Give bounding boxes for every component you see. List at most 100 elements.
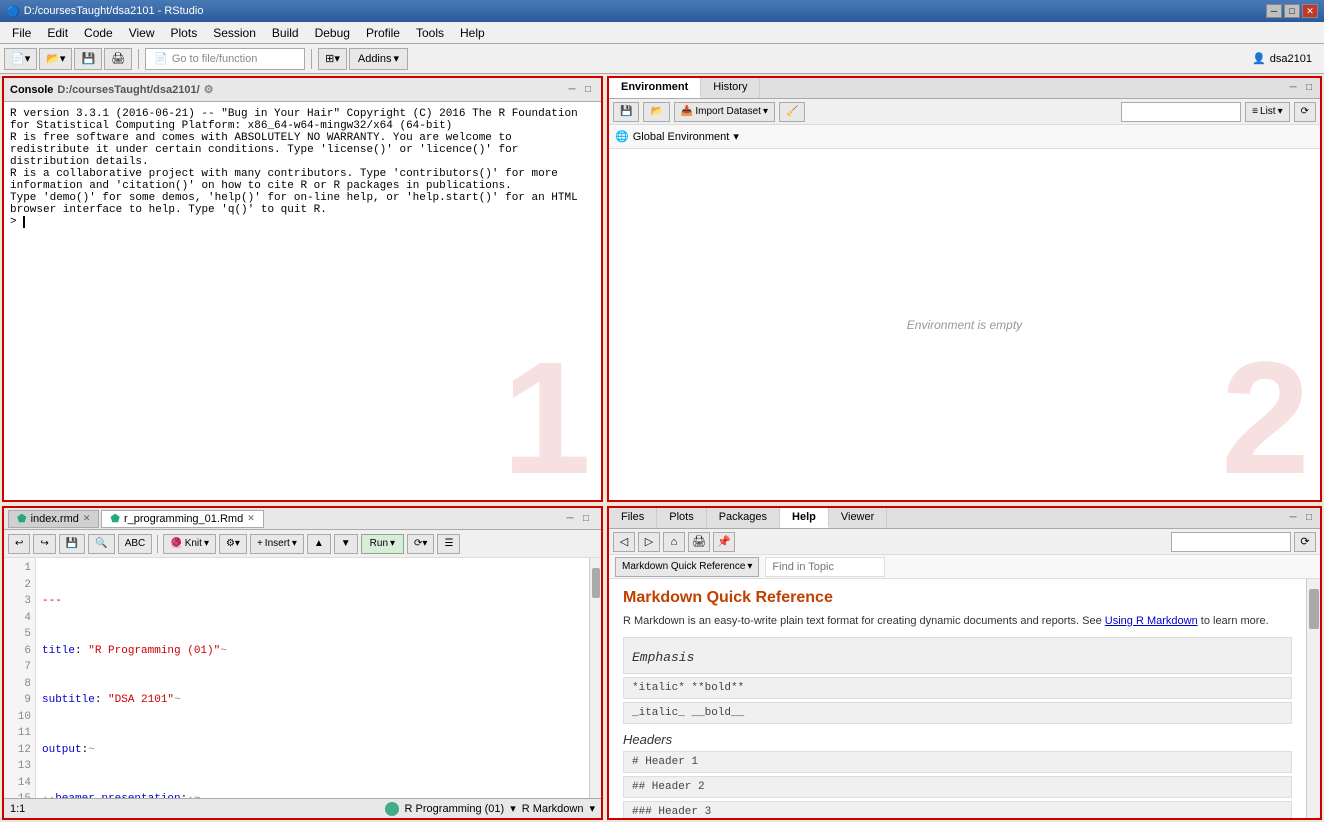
- help-scrollbar[interactable]: [1306, 579, 1320, 818]
- help-search-input[interactable]: [1171, 532, 1291, 552]
- menu-session[interactable]: Session: [205, 24, 264, 42]
- editor-find-btn[interactable]: 🔍: [88, 534, 114, 554]
- tab-packages[interactable]: Packages: [707, 508, 780, 528]
- help-home-button[interactable]: ⌂: [663, 532, 685, 552]
- help-link-using-rmarkdown[interactable]: Using R Markdown: [1105, 615, 1198, 627]
- help-print-button[interactable]: 🖨: [688, 532, 710, 552]
- help-forward-button[interactable]: ▷: [638, 532, 660, 552]
- help-bookmark-button[interactable]: 📌: [713, 532, 735, 552]
- menu-plots[interactable]: Plots: [163, 24, 206, 42]
- goto-file-label: Go to file/function: [172, 53, 258, 65]
- editor-tab-rprog[interactable]: ⬟ r_programming_01.Rmd ✕: [101, 510, 263, 528]
- console-cursor[interactable]: [23, 216, 32, 228]
- addins-button[interactable]: Addins ▾: [349, 48, 408, 70]
- menu-help[interactable]: Help: [452, 24, 493, 42]
- print-button[interactable]: 🖨: [104, 48, 132, 70]
- env-open-button[interactable]: 📂: [643, 102, 669, 122]
- console-line-9: R is a collaborative project with many c…: [10, 168, 353, 180]
- editor-menu-button[interactable]: ☰: [437, 534, 460, 554]
- source-button[interactable]: ⟳▾: [407, 534, 434, 554]
- editor-scrollbar-thumb[interactable]: [592, 568, 600, 598]
- env-clear-button[interactable]: 🧹: [779, 102, 805, 122]
- editor-tab-index-close[interactable]: ✕: [83, 513, 91, 524]
- knit-button[interactable]: 🧶 Knit ▾: [163, 534, 216, 554]
- open-file-button[interactable]: 📂▾: [39, 48, 72, 70]
- editor-save-btn[interactable]: 💾: [59, 534, 85, 554]
- editor-undo-button[interactable]: ↩: [8, 534, 30, 554]
- editor-scrollbar[interactable]: [589, 558, 601, 798]
- maximize-button[interactable]: □: [1284, 4, 1300, 18]
- console-maximize-button[interactable]: □: [581, 83, 595, 97]
- env-minimize-button[interactable]: ─: [1286, 80, 1300, 94]
- list-arrow-icon: ▾: [1278, 106, 1283, 117]
- console-text[interactable]: R version 3.3.1 (2016-06-21) -- "Bug in …: [4, 102, 601, 500]
- new-file-button[interactable]: 📄▾: [4, 48, 37, 70]
- code-editor[interactable]: --- title: "R Programming (01)"~ subtitl…: [36, 558, 589, 798]
- workspace-button[interactable]: ⊞▾: [318, 48, 347, 70]
- help-panel-outer: Markdown Quick Reference R Markdown is a…: [609, 579, 1320, 818]
- help-emphasis-code1: *italic* **bold**: [623, 677, 1292, 699]
- help-refresh-button[interactable]: ⟳: [1294, 532, 1316, 552]
- window-controls[interactable]: ─ □ ✕: [1266, 4, 1318, 18]
- global-env-arrow-icon: ▾: [733, 130, 739, 143]
- menu-view[interactable]: View: [121, 24, 163, 42]
- tab-help[interactable]: Help: [780, 508, 829, 528]
- insert-button[interactable]: + Insert ▾: [250, 534, 304, 554]
- minimize-button[interactable]: ─: [1266, 4, 1282, 18]
- tab-viewer[interactable]: Viewer: [829, 508, 887, 528]
- topic-dropdown-button[interactable]: Markdown Quick Reference ▾: [615, 557, 759, 577]
- list-label: List: [1260, 106, 1276, 117]
- topic-arrow-icon: ▾: [747, 561, 752, 572]
- help-section-emphasis: Emphasis: [623, 637, 1292, 674]
- close-button[interactable]: ✕: [1302, 4, 1318, 18]
- menu-profile[interactable]: Profile: [358, 24, 408, 42]
- help-back-button[interactable]: ◁: [613, 532, 635, 552]
- env-global-bar: 🌐 Global Environment ▾: [609, 125, 1320, 149]
- help-content[interactable]: Markdown Quick Reference R Markdown is a…: [609, 579, 1306, 818]
- prev-section-button[interactable]: ▲: [307, 534, 331, 554]
- env-maximize-button[interactable]: □: [1302, 80, 1316, 94]
- env-save-button[interactable]: 💾: [613, 102, 639, 122]
- status-mode: R Markdown: [522, 803, 584, 815]
- find-in-topic-input[interactable]: [765, 557, 885, 577]
- settings-button[interactable]: ⚙▾: [219, 534, 247, 554]
- help-intro: R Markdown is an easy-to-write plain tex…: [623, 615, 1292, 627]
- menu-code[interactable]: Code: [76, 24, 121, 42]
- headers-heading: Headers: [623, 732, 1292, 747]
- console-minimize-button[interactable]: ─: [565, 83, 579, 97]
- code-line-1: ---: [42, 593, 583, 610]
- help-tab-bar: Files Plots Packages Help Viewer ─ □: [609, 508, 1320, 529]
- editor-tab-rprog-close[interactable]: ✕: [247, 513, 255, 524]
- status-mode-arrow: ▾: [589, 802, 595, 815]
- menu-edit[interactable]: Edit: [39, 24, 76, 42]
- code-line-3: subtitle: "DSA 2101"~: [42, 692, 583, 709]
- editor-spell-btn[interactable]: ABC: [118, 534, 153, 554]
- editor-tab-index-icon: ⬟: [17, 512, 27, 525]
- tab-environment[interactable]: Environment: [609, 78, 701, 98]
- import-icon: 📥: [681, 106, 693, 117]
- help-maximize-button[interactable]: □: [1302, 510, 1316, 524]
- editor-minimize-button[interactable]: ─: [563, 512, 577, 526]
- editor-maximize-button[interactable]: □: [579, 512, 593, 526]
- save-button[interactable]: 💾: [74, 48, 102, 70]
- import-dataset-button[interactable]: 📥 Import Dataset ▾: [674, 102, 775, 122]
- editor-redo-button[interactable]: ↪: [33, 534, 55, 554]
- menu-file[interactable]: File: [4, 24, 39, 42]
- menu-build[interactable]: Build: [264, 24, 307, 42]
- help-scrollbar-thumb[interactable]: [1309, 589, 1319, 629]
- editor-tab-index[interactable]: ⬟ index.rmd ✕: [8, 510, 99, 528]
- goto-file-input[interactable]: 📄 Go to file/function: [145, 48, 305, 70]
- list-button[interactable]: ≡ List ▾: [1245, 102, 1289, 122]
- menu-tools[interactable]: Tools: [408, 24, 452, 42]
- run-button[interactable]: Run ▾: [361, 534, 404, 554]
- console-line-11: 'citation()' on how to cite R or R packa…: [116, 180, 512, 192]
- tab-plots[interactable]: Plots: [657, 508, 706, 528]
- env-search-input[interactable]: [1121, 102, 1241, 122]
- menu-debug[interactable]: Debug: [307, 24, 358, 42]
- env-refresh-button[interactable]: ⟳: [1294, 102, 1316, 122]
- editor-toolbar: ↩ ↪ 💾 🔍 ABC 🧶 Knit ▾ ⚙▾ + Insert ▾ ▲ ▼ R…: [4, 530, 601, 558]
- help-minimize-button[interactable]: ─: [1286, 510, 1300, 524]
- next-section-button[interactable]: ▼: [334, 534, 358, 554]
- tab-files[interactable]: Files: [609, 508, 657, 528]
- tab-history[interactable]: History: [701, 78, 760, 98]
